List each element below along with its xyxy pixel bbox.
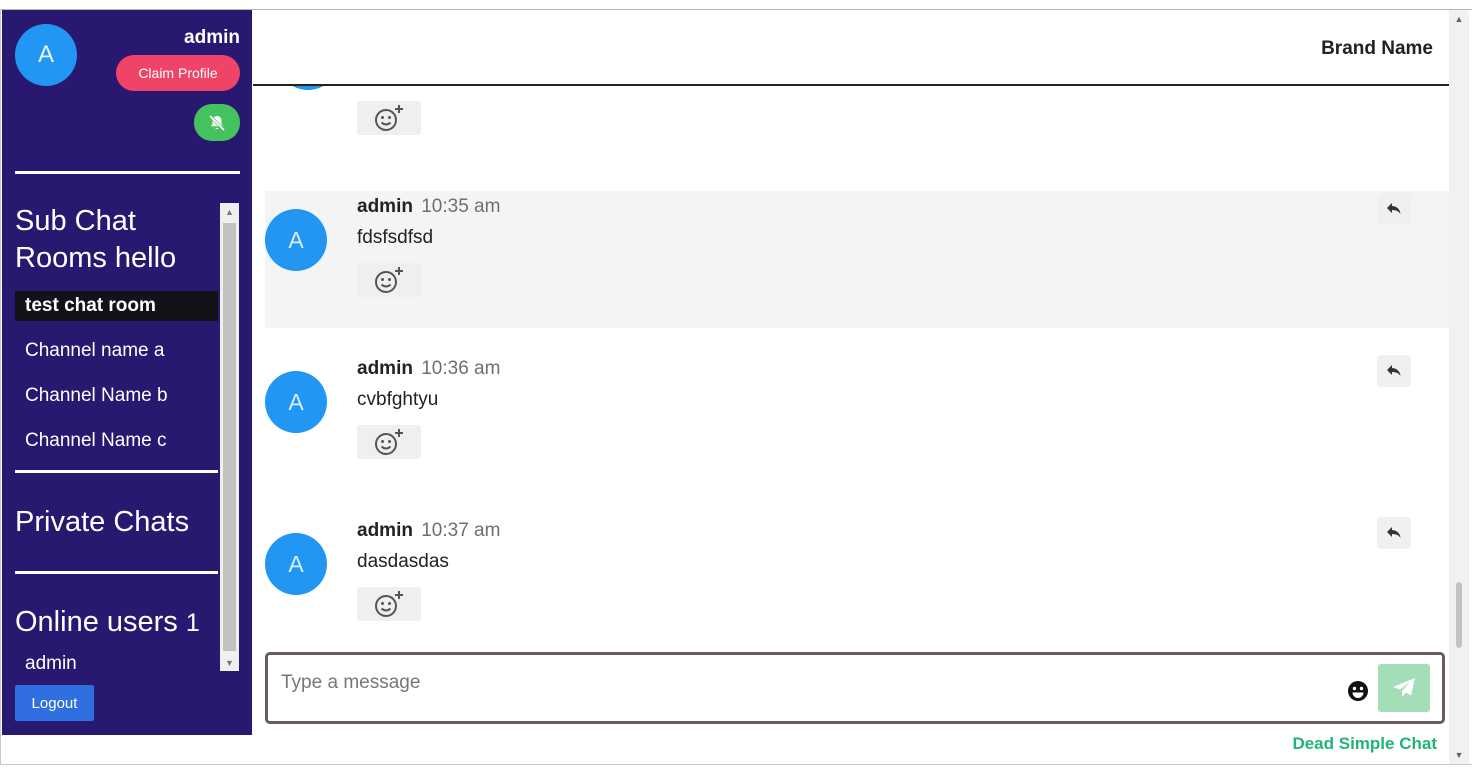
room-item-channel-name-c[interactable]: Channel Name c (15, 426, 218, 456)
brand-name: Brand Name (1321, 38, 1433, 59)
chat-header: Brand Name (253, 10, 1449, 86)
scroll-up-arrow-icon[interactable]: ▲ (1449, 10, 1469, 28)
send-button[interactable] (1378, 664, 1430, 712)
user-avatar[interactable]: A (15, 24, 77, 86)
add-reaction-button[interactable] (357, 101, 421, 135)
message-meta: admin 10:37 am (357, 520, 500, 542)
reply-button[interactable] (1377, 517, 1411, 549)
add-reaction-icon (375, 429, 403, 455)
message-composer (265, 652, 1445, 724)
add-reaction-icon (375, 105, 403, 131)
add-reaction-button[interactable] (357, 425, 421, 459)
emoji-picker-button[interactable] (1346, 679, 1370, 703)
page-scrollbar[interactable]: ▲ ▼ (1449, 10, 1469, 764)
mute-notifications-button[interactable] (194, 104, 240, 141)
sidebar-scroll-area[interactable]: Sub Chat Rooms hello test chat room Chan… (2, 203, 240, 671)
message-text: dasdasdas (357, 551, 449, 572)
reply-icon (1387, 365, 1401, 376)
reply-icon (1387, 527, 1401, 538)
reply-button[interactable] (1377, 355, 1411, 387)
bell-slash-icon (208, 114, 226, 131)
scrollbar-thumb[interactable] (223, 223, 236, 651)
add-reaction-button[interactable] (357, 263, 421, 297)
online-user-item[interactable]: admin (25, 653, 77, 671)
sidebar-divider (15, 571, 218, 574)
online-users-label: Online users (15, 606, 178, 638)
avatar (277, 86, 339, 90)
scroll-down-arrow-icon[interactable]: ▼ (220, 654, 239, 671)
message-list[interactable]: A admin 10:35 am fdsfsdfsd A admin 10:36… (253, 86, 1449, 650)
message-input[interactable] (281, 669, 1321, 697)
scroll-up-arrow-icon[interactable]: ▲ (220, 203, 239, 220)
powered-by-link[interactable]: Dead Simple Chat (1292, 734, 1437, 754)
online-users-title: Online users 1 (15, 604, 200, 642)
logout-button[interactable]: Logout (15, 685, 94, 721)
avatar[interactable]: A (265, 371, 327, 433)
message-item: A admin 10:35 am fdsfsdfsd (265, 191, 1449, 328)
room-item-channel-name-a[interactable]: Channel name a (15, 336, 218, 366)
avatar[interactable]: A (265, 533, 327, 595)
room-item-test-chat-room[interactable]: test chat room (15, 291, 218, 321)
online-users-count: 1 (185, 609, 200, 637)
add-reaction-icon (375, 267, 403, 293)
add-reaction-icon (375, 591, 403, 617)
sub-chat-rooms-title: Sub Chat Rooms hello (15, 205, 177, 274)
sidebar-scrollbar[interactable]: ▲ ▼ (220, 203, 239, 671)
message-item: A admin 10:36 am cvbfghtyu (265, 353, 1449, 490)
message-meta: admin 10:36 am (357, 358, 500, 380)
paper-plane-icon (1393, 678, 1415, 697)
current-username: admin (184, 27, 240, 48)
message-author: admin (357, 520, 413, 541)
sidebar: A admin Claim Profile Sub Chat Rooms hel… (2, 10, 252, 735)
message-item: A admin 10:37 am dasdasdas (265, 515, 1449, 650)
claim-profile-button[interactable]: Claim Profile (116, 55, 240, 91)
scrollbar-thumb[interactable] (1456, 582, 1462, 648)
private-chats-title: Private Chats (15, 506, 190, 538)
message-time: 10:35 am (421, 196, 501, 217)
room-item-channel-name-b[interactable]: Channel Name b (15, 381, 218, 411)
message-time: 10:37 am (421, 520, 501, 541)
message-time: 10:36 am (421, 358, 501, 379)
reply-icon (1387, 203, 1401, 214)
avatar[interactable]: A (265, 209, 327, 271)
message-text: cvbfghtyu (357, 389, 439, 410)
message-author: admin (357, 358, 413, 379)
message-author: admin (357, 196, 413, 217)
reply-button[interactable] (1377, 193, 1411, 225)
sidebar-divider (15, 171, 240, 174)
scroll-down-arrow-icon[interactable]: ▼ (1449, 746, 1469, 764)
sidebar-divider (15, 470, 218, 473)
add-reaction-button[interactable] (357, 587, 421, 621)
message-meta: admin 10:35 am (357, 196, 500, 218)
message-text: fdsfsdfsd (357, 227, 434, 248)
emoji-icon (1348, 681, 1368, 701)
